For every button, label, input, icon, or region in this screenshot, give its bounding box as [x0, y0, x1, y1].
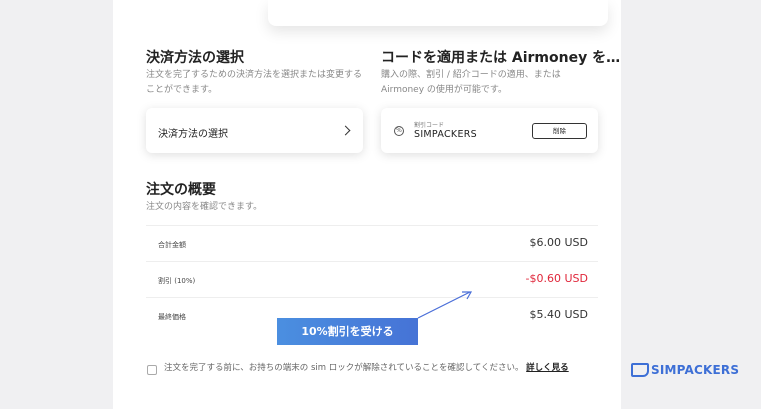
simpackers-logo: SIMPACKERS: [631, 363, 739, 377]
promo-banner: 10%割引を受ける: [277, 318, 418, 345]
sim-unlock-consent: 注文を完了する前に、お持ちの端末の sim ロックが解除されていることを確認して…: [164, 362, 594, 374]
sim-card-icon: [631, 363, 649, 377]
consent-text: 注文を完了する前に、お持ちの端末の sim ロックが解除されていることを確認して…: [164, 363, 524, 373]
learn-more-link[interactable]: 詳しく見る: [526, 363, 569, 373]
brand-name: SIMPACKERS: [651, 363, 740, 377]
sim-unlock-checkbox[interactable]: [147, 365, 157, 375]
annotation-arrow: [417, 291, 473, 319]
